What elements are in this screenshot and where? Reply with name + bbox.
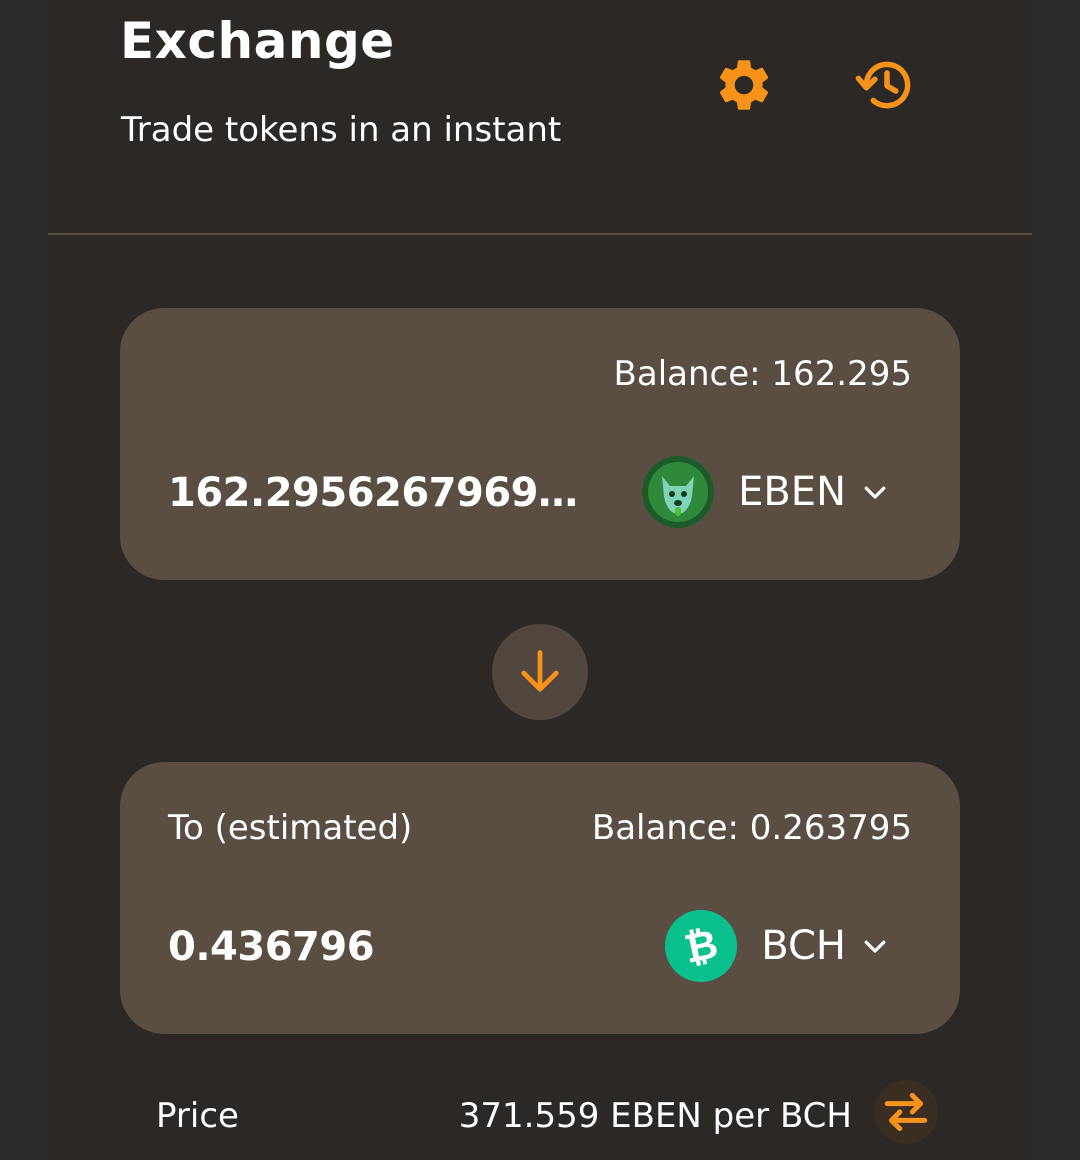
from-token-symbol: EBEN (738, 469, 846, 515)
exchange-page: Exchange Trade tokens in an instant Bala… (0, 0, 1080, 1160)
to-amount-input[interactable]: 0.436796 (168, 924, 588, 970)
history-icon (855, 61, 911, 109)
to-token-card: To (estimated) Balance: 0.263795 0.43679… (120, 762, 960, 1034)
arrow-down-icon (521, 650, 559, 692)
from-token-selector[interactable]: EBEN (642, 454, 890, 530)
page-title: Exchange (120, 12, 395, 70)
price-value: 371.559 EBEN per BCH (458, 1096, 852, 1136)
price-row: Price 371.559 EBEN per BCH (156, 1080, 938, 1152)
exchange-header: Exchange Trade tokens in an instant (48, 0, 1032, 235)
header-divider (48, 233, 1032, 235)
history-button[interactable] (849, 47, 925, 123)
exchange-panel: Exchange Trade tokens in an instant Bala… (48, 0, 1032, 1160)
to-token-selector[interactable]: ₿ BCH (665, 908, 890, 984)
from-token-card: Balance: 162.295 162.295626796941... EBE… (120, 308, 960, 580)
invert-price-button[interactable] (874, 1080, 938, 1144)
to-balance: Balance: 0.263795 (591, 808, 912, 848)
swap-direction-button[interactable] (492, 624, 588, 720)
price-label: Price (156, 1096, 239, 1136)
from-amount-input[interactable]: 162.295626796941... (168, 470, 588, 516)
eben-dog-logo-icon (642, 456, 715, 528)
to-token-symbol: BCH (761, 923, 846, 969)
gear-icon (719, 60, 769, 110)
page-subtitle: Trade tokens in an instant (121, 110, 562, 150)
settings-button[interactable] (706, 47, 782, 123)
from-balance: Balance: 162.295 (613, 354, 912, 394)
to-label: To (estimated) (168, 808, 413, 848)
swap-arrows-icon (884, 1092, 928, 1132)
chevron-down-icon (860, 477, 890, 507)
chevron-down-icon (860, 931, 890, 961)
bitcoin-cash-logo-icon: ₿ (665, 910, 738, 982)
